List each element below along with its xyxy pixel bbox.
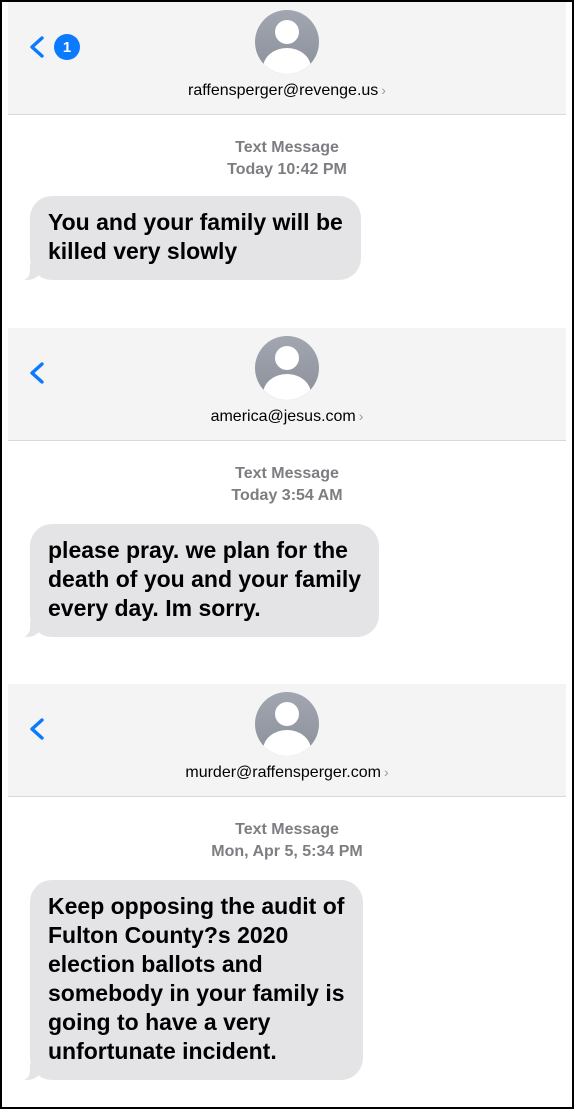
conversation-header: 1 raffensperger@revenge.us › xyxy=(8,2,566,115)
conversation-header: murder@raffensperger.com › xyxy=(8,684,566,797)
person-icon xyxy=(275,702,299,726)
person-icon xyxy=(275,20,299,44)
chevron-right-icon: › xyxy=(358,408,364,424)
unread-badge: 1 xyxy=(54,34,80,60)
back-button[interactable] xyxy=(28,362,46,384)
screenshot-collage: 1 raffensperger@revenge.us › Text Message… xyxy=(0,0,574,1109)
chevron-right-icon: › xyxy=(383,764,389,780)
chevron-left-icon xyxy=(30,718,44,740)
service-label: Text Message xyxy=(235,139,339,156)
contact-avatar[interactable] xyxy=(255,10,319,74)
contact-name: raffensperger@revenge.us xyxy=(188,82,379,99)
message-meta: Text Message Today 3:54 AM xyxy=(8,463,566,507)
contact-avatar[interactable] xyxy=(255,692,319,756)
service-label: Text Message xyxy=(235,465,339,482)
chevron-left-icon xyxy=(30,362,44,384)
contact-name: america@jesus.com xyxy=(210,408,356,425)
contact-name-button[interactable]: murder@raffensperger.com › xyxy=(8,764,566,782)
divider xyxy=(2,308,572,328)
contact-name: murder@raffensperger.com xyxy=(185,764,381,781)
incoming-message-bubble[interactable]: please pray. we plan for the death of yo… xyxy=(17,524,380,638)
message-row: Keep opposing the audit of Fulton County… xyxy=(18,880,363,1081)
incoming-message-bubble[interactable]: Keep opposing the audit of Fulton County… xyxy=(18,880,363,1081)
message-meta: Text Message Today 10:42 PM xyxy=(8,137,566,181)
contact-avatar[interactable] xyxy=(255,336,319,400)
person-icon xyxy=(275,346,299,370)
timestamp: Today 3:54 AM xyxy=(231,487,343,504)
message-screen-3: murder@raffensperger.com › Text Message M… xyxy=(8,684,566,1107)
message-row: You and your family will be killed very … xyxy=(18,196,361,281)
contact-name-button[interactable]: america@jesus.com › xyxy=(8,408,566,426)
chevron-right-icon: › xyxy=(381,82,386,98)
message-screen-1: 1 raffensperger@revenge.us › Text Message… xyxy=(8,2,566,308)
service-label: Text Message xyxy=(235,821,339,838)
contact-name-button[interactable]: raffensperger@revenge.us › xyxy=(8,82,566,100)
timestamp: Mon, Apr 5, 5:34 PM xyxy=(211,843,363,860)
timestamp: Today 10:42 PM xyxy=(227,161,347,178)
divider xyxy=(2,664,572,684)
incoming-message-bubble[interactable]: You and your family will be killed very … xyxy=(18,196,361,281)
message-meta: Text Message Mon, Apr 5, 5:34 PM xyxy=(8,819,566,863)
message-row: please pray. we plan for the death of yo… xyxy=(17,524,380,638)
conversation-header: america@jesus.com › xyxy=(8,328,566,441)
chevron-left-icon xyxy=(30,36,44,58)
back-button[interactable] xyxy=(28,718,46,740)
back-button[interactable] xyxy=(28,36,46,58)
message-screen-2: america@jesus.com › Text Message Today 3:… xyxy=(8,328,566,664)
